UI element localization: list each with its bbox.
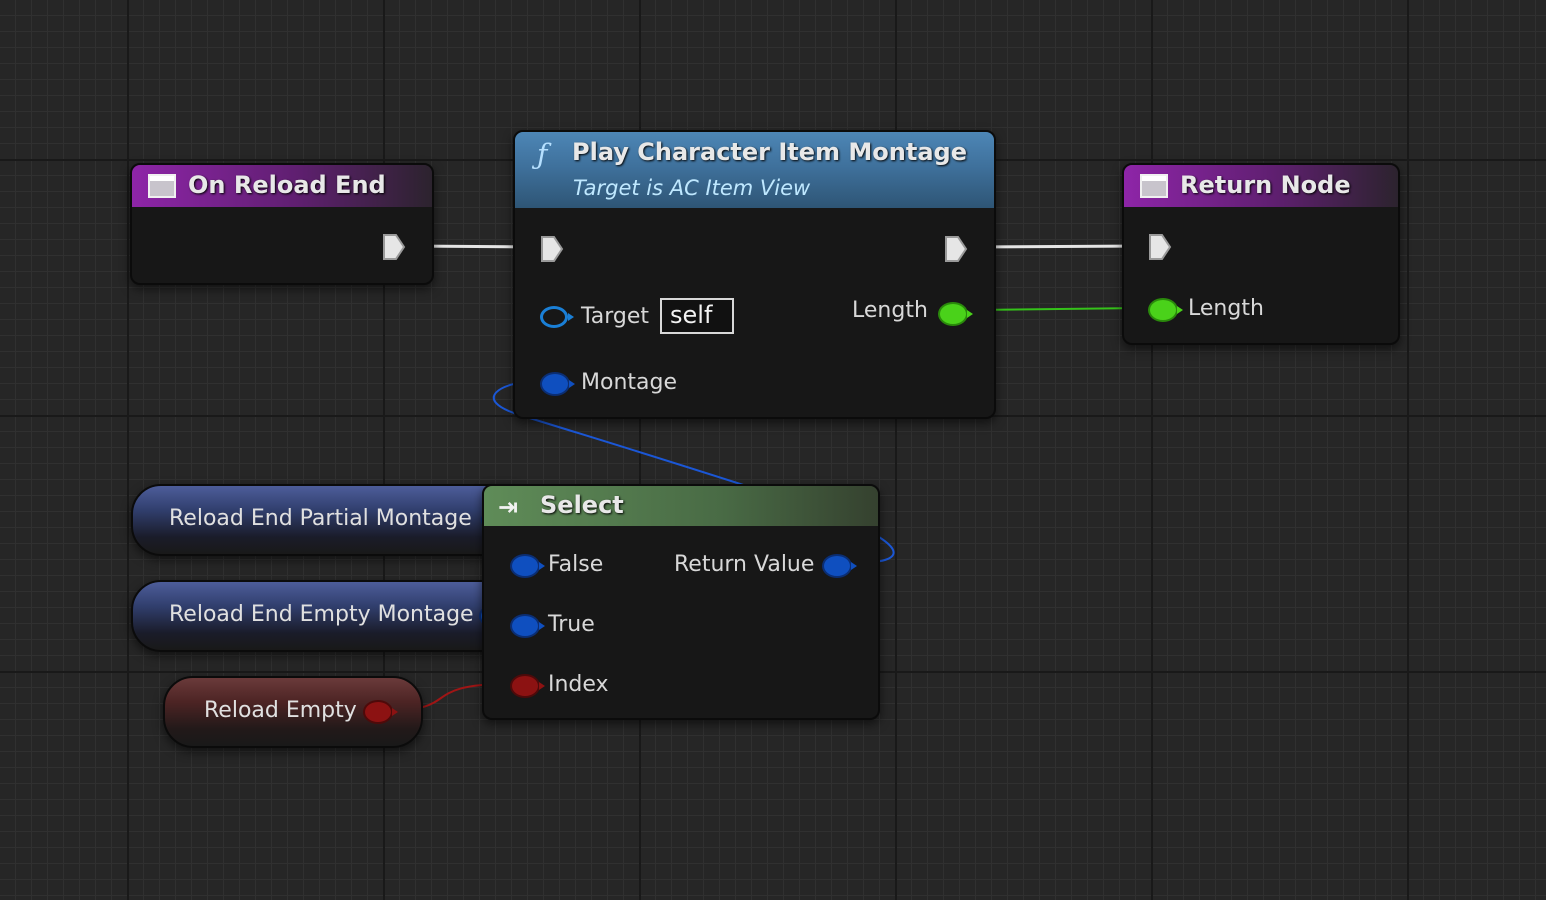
function-icon: ƒ (537, 138, 548, 171)
length-wire[interactable] (971, 307, 1147, 311)
montage-pin[interactable] (540, 372, 575, 396)
on-reload-end-node[interactable]: On Reload End (130, 163, 434, 285)
index-label: Index (548, 672, 609, 697)
exec-out-pin[interactable] (944, 235, 968, 263)
variable-label: Reload End Partial Montage (169, 506, 472, 531)
event-icon (148, 174, 176, 198)
return-value-label: Return Value (674, 552, 815, 577)
false-label: False (548, 552, 604, 577)
length-in-label: Length (1188, 296, 1264, 321)
node-subtitle: Target is AC Item View (573, 176, 811, 200)
length-in-pin[interactable] (1148, 298, 1183, 322)
variable-label: Reload Empty (204, 698, 357, 723)
target-self-field[interactable]: self (660, 298, 734, 334)
node-header[interactable]: ƒ Play Character Item Montage Target is … (515, 132, 994, 208)
false-pin[interactable] (510, 554, 545, 578)
variable-out-pin[interactable] (363, 700, 398, 724)
target-label: Target (581, 304, 650, 329)
exec-in-pin[interactable] (540, 235, 564, 263)
exec-in-pin[interactable] (1148, 233, 1172, 261)
node-header[interactable]: Return Node (1124, 165, 1398, 207)
node-header[interactable]: ⇥ Select (484, 486, 878, 526)
play-character-item-montage-node[interactable]: ƒ Play Character Item Montage Target is … (513, 130, 996, 419)
variable-label: Reload End Empty Montage (169, 602, 474, 627)
reload-empty-getter[interactable]: Reload Empty (163, 676, 423, 748)
return-node[interactable]: Return Node Length (1122, 163, 1400, 345)
return-value-pin[interactable] (822, 554, 857, 578)
exec-wire-play-to-return[interactable] (971, 244, 1147, 249)
node-title: Return Node (1180, 171, 1351, 199)
true-label: True (548, 612, 595, 637)
true-pin[interactable] (510, 614, 545, 638)
node-title: On Reload End (188, 171, 386, 199)
target-pin[interactable] (540, 306, 574, 328)
index-pin[interactable] (510, 674, 545, 698)
return-icon (1140, 174, 1168, 198)
exec-out-pin[interactable] (382, 233, 406, 261)
node-header[interactable]: On Reload End (132, 165, 432, 207)
length-out-label: Length (852, 298, 928, 323)
montage-label: Montage (581, 370, 677, 395)
node-title: Play Character Item Montage (572, 138, 967, 166)
reload-end-empty-montage-getter[interactable]: Reload End Empty Montage (131, 580, 535, 652)
reload-end-partial-montage-getter[interactable]: Reload End Partial Montage (131, 484, 535, 556)
select-icon: ⇥ (498, 493, 519, 521)
node-title: Select (540, 491, 624, 519)
length-out-pin[interactable] (938, 302, 973, 326)
select-node[interactable]: ⇥ Select False Return Value True Index (482, 484, 880, 720)
